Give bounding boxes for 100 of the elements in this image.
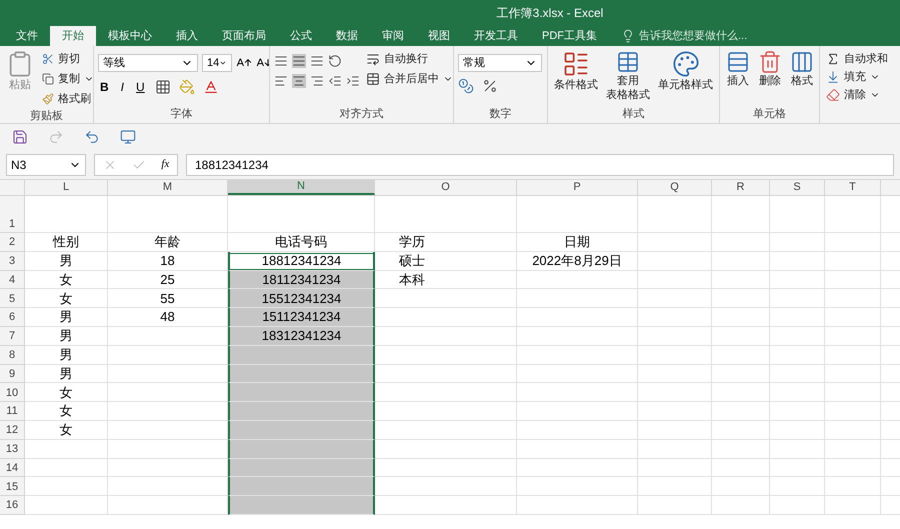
ribbon-tab[interactable]: 页面布局 — [210, 26, 278, 46]
group-label: 数字 — [490, 106, 512, 122]
column-header[interactable]: P — [517, 180, 638, 195]
tell-me-field[interactable]: 告诉我您想要做什么... — [621, 26, 748, 46]
currency-icon — [458, 78, 474, 94]
group-label: 样式 — [622, 106, 644, 122]
row-header[interactable]: 9 — [0, 364, 25, 384]
font-name-dropdown[interactable]: 等线 — [98, 54, 198, 72]
table-cell — [825, 402, 881, 421]
table-cell — [712, 346, 770, 365]
table-cell — [825, 383, 881, 402]
cut-button[interactable]: 剪切 — [40, 50, 93, 68]
column-header[interactable]: T — [825, 180, 881, 195]
row-header[interactable]: 3 — [0, 252, 25, 271]
align-right-icon — [310, 74, 324, 88]
table-cell: 硕士 — [375, 252, 517, 271]
ribbon-tab[interactable]: 模板中心 — [96, 26, 164, 46]
save-icon — [12, 129, 28, 145]
table-cell — [712, 420, 770, 440]
delete-cells-button[interactable]: 删除 — [756, 50, 784, 105]
table-cell — [712, 402, 770, 421]
column-header[interactable]: Q — [638, 180, 712, 195]
row-header[interactable]: 15 — [0, 477, 25, 496]
wrap-text-icon — [366, 52, 380, 66]
formula-input[interactable]: 18812341234 — [186, 154, 894, 176]
undo-icon — [84, 129, 100, 145]
lightbulb-icon — [621, 29, 635, 43]
row-header[interactable]: 10 — [0, 383, 25, 402]
function-label[interactable]: fx — [161, 156, 170, 173]
merge-center-button[interactable]: 合并后居中 — [364, 70, 453, 88]
column-header[interactable]: O — [375, 180, 517, 195]
table-cell: 性别 — [25, 233, 108, 252]
number-format-dropdown[interactable]: 常规 — [458, 54, 542, 72]
table-cell: 18812341234 — [228, 252, 375, 271]
row-header[interactable]: 1 — [0, 196, 25, 233]
sigma-icon — [826, 52, 840, 66]
italic-button[interactable]: I — [118, 78, 126, 96]
row-header[interactable]: 12 — [0, 420, 25, 440]
clear-button[interactable]: 清除 — [824, 86, 890, 104]
group-label: 对齐方式 — [340, 106, 384, 122]
name-box[interactable]: N3 — [6, 154, 86, 176]
column-header[interactable]: S — [770, 180, 825, 195]
table-format-button[interactable]: 套用 表格格式 — [604, 50, 652, 105]
ribbon-tab[interactable]: 公式 — [278, 26, 324, 46]
column-header[interactable]: L — [25, 180, 108, 195]
row-header[interactable]: 13 — [0, 440, 25, 459]
row-header[interactable]: 6 — [0, 308, 25, 327]
ribbon-tab[interactable]: 插入 — [164, 26, 210, 46]
table-cell — [770, 420, 825, 440]
row-header[interactable]: 14 — [0, 458, 25, 478]
cell-styles-icon — [672, 50, 700, 78]
row-header[interactable]: 5 — [0, 289, 25, 308]
table-cell: 18312341234 — [228, 326, 375, 346]
ribbon-tab[interactable]: 数据 — [324, 26, 370, 46]
format-cells-icon — [790, 50, 814, 74]
bold-button[interactable]: B — [98, 78, 111, 96]
table-cell: 男 — [25, 364, 108, 384]
row-header[interactable]: 16 — [0, 496, 25, 515]
ribbon-tab[interactable]: 开始 — [50, 26, 96, 46]
ribbon-tab[interactable]: 开发工具 — [462, 26, 530, 46]
table-cell — [712, 326, 770, 346]
table-cell — [770, 383, 825, 402]
table-cell: 男 — [25, 252, 108, 271]
fill-button[interactable]: 填充 — [824, 68, 890, 86]
table-format-icon — [616, 50, 640, 74]
column-header[interactable]: R — [712, 180, 770, 195]
group-label: 剪贴板 — [30, 108, 63, 123]
print-preview-button[interactable] — [120, 129, 136, 145]
row-header[interactable]: 8 — [0, 346, 25, 365]
percent-icon — [482, 78, 498, 94]
row-header[interactable]: 2 — [0, 233, 25, 252]
conditional-format-button[interactable]: 条件格式 — [552, 50, 600, 105]
insert-cells-button[interactable]: 插入 — [724, 50, 752, 105]
insert-cells-icon — [726, 50, 750, 74]
row-header[interactable]: 7 — [0, 326, 25, 346]
format-cells-button[interactable]: 格式 — [788, 50, 816, 105]
table-cell — [712, 196, 770, 233]
ribbon-tab[interactable]: PDF工具集 — [530, 26, 609, 46]
ribbon-tab[interactable]: 文件 — [4, 26, 50, 46]
wrap-text-button[interactable]: 自动换行 — [364, 50, 453, 68]
ribbon-tab[interactable]: 视图 — [416, 26, 462, 46]
underline-button[interactable]: U — [134, 78, 147, 96]
column-header[interactable]: N — [228, 180, 375, 195]
undo-button[interactable] — [84, 129, 100, 145]
format-painter-button[interactable]: 格式刷 — [40, 90, 93, 108]
cell-styles-button[interactable]: 单元格样式 — [656, 50, 715, 105]
font-size-dropdown[interactable]: 14 — [202, 54, 232, 72]
row-header[interactable]: 11 — [0, 402, 25, 421]
fill-down-icon — [826, 70, 840, 84]
row-header[interactable]: 4 — [0, 270, 25, 290]
autosum-button[interactable]: 自动求和 — [824, 50, 890, 68]
fill-color-icon — [178, 79, 195, 95]
table-cell: 学历 — [375, 233, 517, 252]
table-cell — [712, 477, 770, 496]
ribbon-tab[interactable]: 审阅 — [370, 26, 416, 46]
table-cell — [825, 420, 881, 440]
align-bottom-icon — [310, 54, 324, 68]
align-top-icon — [274, 54, 288, 68]
copy-button[interactable]: 复制 — [40, 70, 93, 88]
save-button[interactable] — [12, 129, 28, 145]
